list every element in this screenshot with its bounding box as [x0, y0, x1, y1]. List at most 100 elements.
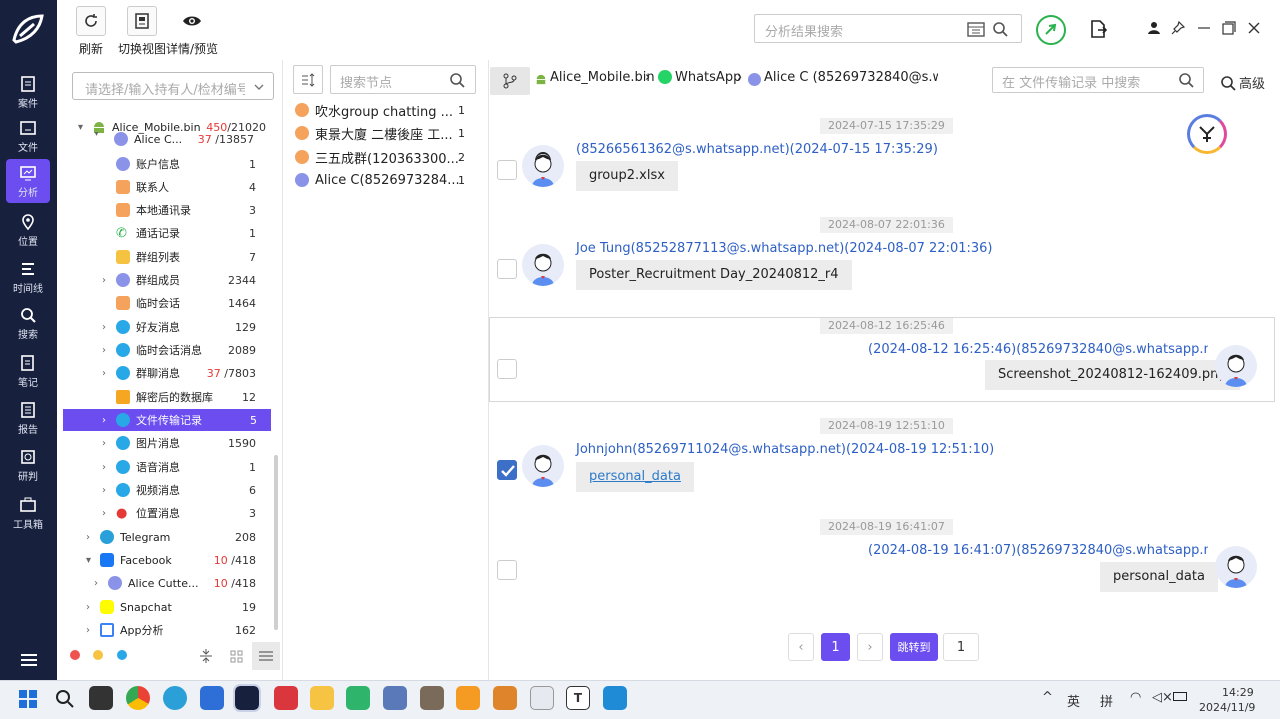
vscode-icon[interactable] [603, 686, 627, 710]
tree-item-account-info[interactable]: 账户信息 1 [116, 153, 256, 175]
tray-chevron-up-icon[interactable]: ^ [1042, 690, 1053, 705]
advanced-search-button[interactable]: 高级 [1220, 73, 1265, 92]
tree-item-local-addressbook[interactable]: 本地通讯录 3 [116, 199, 256, 221]
tree-scrollbar[interactable] [274, 455, 278, 630]
forensics-app-icon[interactable] [233, 684, 261, 712]
file-explorer-icon[interactable] [310, 686, 334, 710]
tree-item-location-messages[interactable]: › ● 位置消息 3 [102, 502, 256, 524]
message-checkbox-checked[interactable] [497, 460, 517, 480]
pin-icon[interactable] [1171, 21, 1185, 35]
calendar-icon[interactable] [967, 21, 985, 37]
tree-item-facebook[interactable]: ▾ Facebook 10 /418 [86, 549, 256, 571]
holder-select[interactable]: 请选择/输入持有人/检材编号 [72, 72, 274, 100]
tree-item-temp-session[interactable]: 临时会话 1464 [116, 292, 256, 314]
app-icon[interactable] [420, 686, 444, 710]
tree-item-voice-messages[interactable]: › 语音消息 1 [102, 456, 256, 478]
jump-to-page-button[interactable]: 跳转到 [890, 633, 938, 661]
tree-item-call-log[interactable]: ✆ 通话记录 1 [116, 222, 256, 244]
app-icon[interactable] [200, 686, 224, 710]
tree-item-contacts[interactable]: 联系人 4 [116, 176, 256, 198]
message-bubble[interactable]: Screenshot_20240812-162409.png [985, 360, 1240, 390]
tree-item-temp-session-messages[interactable]: › 临时会话消息 2089 [102, 339, 256, 361]
minimize-icon[interactable] [1197, 27, 1211, 30]
branch-button[interactable] [490, 67, 530, 95]
breadcrumb-file[interactable]: Alice_Mobile.bin [550, 70, 655, 85]
red-dot-icon[interactable] [70, 650, 80, 660]
node-item[interactable]: 吹水group chatting ... 1 [295, 99, 465, 121]
nav-case[interactable]: 案件 [6, 70, 50, 114]
message-bubble[interactable]: personal_data [1100, 562, 1218, 592]
collapse-icon[interactable] [199, 648, 213, 664]
nav-location[interactable]: 位置 [6, 208, 50, 252]
status-indicator-button[interactable] [1036, 15, 1066, 45]
nav-report[interactable]: 报告 [6, 396, 50, 440]
switch-view-button[interactable]: 切换视图 [118, 6, 166, 57]
nav-timeline[interactable]: 时间线 [6, 255, 50, 299]
nav-judge[interactable]: 研判 [6, 443, 50, 487]
tree-item-snapchat[interactable]: › Snapchat 19 [86, 596, 256, 618]
task-view-icon[interactable] [89, 686, 113, 710]
search-icon[interactable] [992, 21, 1008, 37]
clock-date[interactable]: 2024/11/9 [1199, 701, 1255, 714]
tree-item-app-analysis[interactable]: › App分析 162 [86, 619, 256, 641]
tree-item-file-transfer[interactable]: › 文件传输记录 5 [63, 409, 271, 431]
message-bubble[interactable]: Poster_Recruitment Day_20240812_r4 [576, 260, 852, 290]
message-checkbox[interactable] [497, 160, 517, 180]
page-number-input[interactable]: 1 [943, 633, 979, 661]
tree-item-alice-facebook[interactable]: › Alice Cutte... 10 /418 [94, 572, 256, 594]
prev-page-button[interactable]: ‹ [788, 633, 814, 661]
tree-item-friend-messages[interactable]: › 好友消息 129 [102, 316, 256, 338]
app-icon[interactable] [274, 686, 298, 710]
grid-view-icon[interactable] [230, 650, 243, 663]
restore-icon[interactable] [1222, 21, 1236, 35]
tree-item-image-messages[interactable]: › 图片消息 1590 [102, 432, 256, 454]
message-checkbox[interactable] [497, 359, 517, 379]
text-editor-icon[interactable]: T [566, 686, 590, 710]
windows-start-icon[interactable] [18, 689, 38, 709]
clock-time[interactable]: 14:29 [1222, 686, 1254, 699]
node-item[interactable]: 三五成群(120363300... 2 [295, 146, 465, 168]
list-view-button[interactable] [252, 642, 280, 670]
chrome-icon[interactable] [126, 686, 150, 710]
export-file-icon[interactable] [1088, 19, 1108, 39]
taskbar-search-icon[interactable] [55, 689, 75, 709]
node-item[interactable]: Alice C(8526973284... 1 [295, 169, 465, 191]
yellow-dot-icon[interactable] [93, 650, 103, 660]
tree-item-alice-whatsapp[interactable]: ▾ Alice C... 37 /13857 [94, 132, 254, 146]
tree-item-video-messages[interactable]: › 视频消息 6 [102, 479, 256, 501]
detail-preview-button[interactable]: 详情/预览 [166, 6, 218, 57]
user-icon[interactable] [1147, 21, 1161, 35]
nav-notes[interactable]: 笔记 [6, 349, 50, 393]
app-icon[interactable] [530, 686, 554, 710]
tree-item-decrypted-db[interactable]: 解密后的数据库 12 [116, 386, 256, 408]
assistant-logo-icon[interactable] [1187, 114, 1227, 154]
message-checkbox[interactable] [497, 560, 517, 580]
app-icon[interactable] [456, 686, 480, 710]
breadcrumb-contact[interactable]: Alice C (85269732840@s.what [764, 70, 938, 85]
search-icon[interactable] [1178, 72, 1194, 88]
analysis-search-input[interactable]: 分析结果搜索 [754, 14, 1022, 43]
edge-icon[interactable] [163, 686, 187, 710]
tree-item-group-members[interactable]: › 群组成员 2344 [102, 269, 256, 291]
nav-analysis[interactable]: 分析 [6, 159, 50, 203]
app-icon[interactable] [346, 686, 370, 710]
app-icon[interactable] [383, 686, 407, 710]
battery-icon[interactable] [1173, 692, 1187, 701]
next-page-button[interactable]: › [857, 633, 883, 661]
tree-item-group-messages[interactable]: › 群聊消息 37 /7803 [102, 362, 256, 384]
message-bubble[interactable]: group2.xlsx [576, 161, 678, 191]
ime-mode[interactable]: 拼 [1100, 691, 1113, 710]
message-checkbox[interactable] [497, 259, 517, 279]
nav-file[interactable]: 文件 [6, 114, 50, 158]
page-1-button[interactable]: 1 [821, 633, 850, 661]
message-file-link[interactable]: personal_data [576, 462, 694, 492]
refresh-button[interactable]: 刷新 [76, 6, 106, 57]
blue-dot-icon[interactable] [117, 650, 127, 660]
close-icon[interactable] [1247, 21, 1261, 35]
ime-language[interactable]: 英 [1067, 691, 1080, 710]
app-icon[interactable] [493, 686, 517, 710]
node-search-input[interactable]: 搜索节点 [330, 65, 476, 94]
nav-search[interactable]: 搜索 [6, 301, 50, 345]
hamburger-menu-icon[interactable] [19, 652, 39, 668]
nav-toolbox[interactable]: 工具箱 [6, 491, 50, 535]
